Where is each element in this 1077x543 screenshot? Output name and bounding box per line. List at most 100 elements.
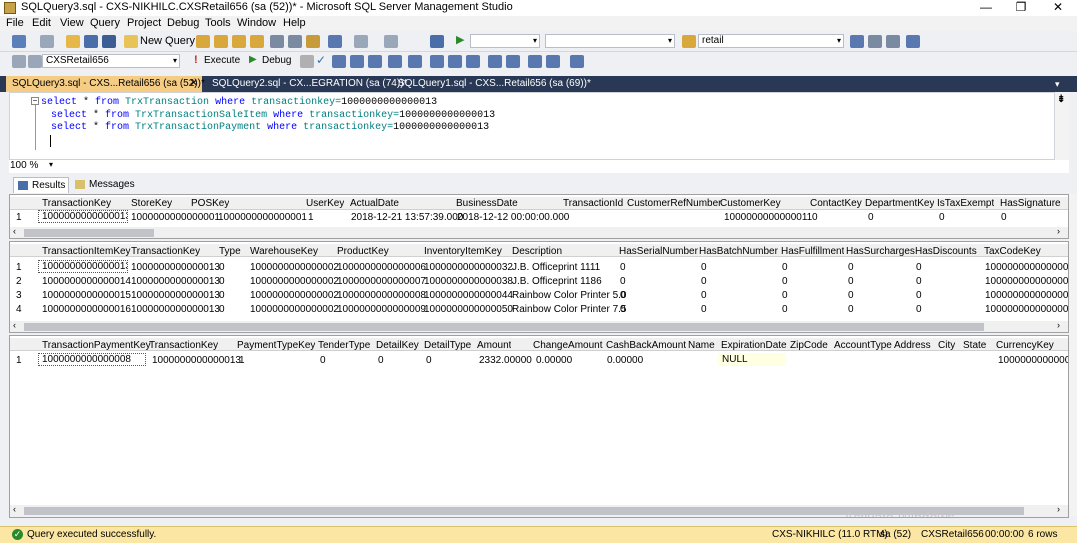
grid-cell[interactable]: 1000000000000015 bbox=[42, 290, 131, 301]
cancel-query-icon[interactable] bbox=[300, 55, 314, 68]
maximize-button[interactable]: ❐ bbox=[1003, 0, 1039, 16]
column-header[interactable]: Name bbox=[688, 340, 715, 351]
grid-cell[interactable]: 1000000000000013 bbox=[131, 276, 220, 287]
grid-cell[interactable]: 0 bbox=[848, 304, 854, 315]
scroll-left-icon[interactable]: ‹ bbox=[13, 320, 16, 330]
execute-button[interactable]: Execute bbox=[204, 55, 240, 66]
grid-cell-selected[interactable]: 1000000000000013 bbox=[38, 260, 128, 273]
tab-sqlquery2[interactable]: SQLQuery2.sql - CX...EGRATION (sa (74))* bbox=[206, 76, 407, 92]
split-icon[interactable]: ⇟ bbox=[1057, 94, 1065, 105]
grid-cell[interactable]: 0 bbox=[848, 262, 854, 273]
new-query-button[interactable]: New Query bbox=[140, 35, 195, 47]
grid-cell[interactable]: 0 bbox=[620, 262, 626, 273]
column-header[interactable]: ZipCode bbox=[790, 340, 828, 351]
grid-cell[interactable]: 0 bbox=[620, 304, 626, 315]
menu-query[interactable]: Query bbox=[90, 17, 120, 29]
scroll-right-icon[interactable]: › bbox=[1057, 226, 1060, 236]
column-header[interactable]: UserKey bbox=[306, 198, 344, 209]
grid-cell[interactable]: 0 bbox=[812, 212, 818, 223]
column-header[interactable]: DepartmentKey bbox=[865, 198, 934, 209]
column-header[interactable]: HasSurcharges bbox=[846, 246, 915, 257]
grid-cell[interactable]: 1000000000000011 bbox=[724, 212, 812, 223]
undo-icon[interactable] bbox=[328, 35, 342, 48]
grid-cell[interactable]: 0 bbox=[701, 276, 707, 287]
cut-icon[interactable] bbox=[270, 35, 284, 48]
close-window-button[interactable]: ✕ bbox=[1040, 0, 1076, 16]
activity-monitor-icon[interactable] bbox=[430, 35, 444, 48]
grid-cell[interactable]: Rainbow Color Printer 5.0 bbox=[512, 290, 627, 301]
column-header[interactable]: ProductKey bbox=[337, 246, 389, 257]
tab-sqlquery3[interactable]: SQLQuery3.sql - CXS...Retail656 (sa (52)… bbox=[6, 76, 205, 92]
uncomment-icon[interactable] bbox=[506, 55, 520, 68]
column-header[interactable]: PaymentTypeKey bbox=[237, 340, 315, 351]
tab-results[interactable]: Results bbox=[13, 177, 69, 193]
grid-cell[interactable]: 1000000000000009 bbox=[985, 262, 1068, 273]
tab-sqlquery1[interactable]: SQLQuery1.sql - CXS...Retail656 (sa (69)… bbox=[392, 76, 591, 92]
menu-debug[interactable]: Debug bbox=[167, 17, 199, 29]
grid-cell[interactable]: 1000000000000013 bbox=[131, 262, 220, 273]
window-icon[interactable] bbox=[906, 35, 920, 48]
column-header[interactable]: IsTaxExempt bbox=[937, 198, 994, 209]
parse-icon[interactable]: ✓ bbox=[316, 53, 326, 67]
menu-file[interactable]: File bbox=[6, 17, 24, 29]
display-plan-icon[interactable] bbox=[332, 55, 346, 68]
row-number[interactable]: 1 bbox=[10, 212, 38, 223]
grid-cell[interactable]: 0 bbox=[782, 276, 788, 287]
database-combo[interactable]: CXSRetail656 ▾ bbox=[42, 54, 180, 68]
grid-cell[interactable]: 0 bbox=[620, 276, 626, 287]
new-query-icon[interactable] bbox=[124, 35, 138, 48]
column-header[interactable]: HasBatchNumber bbox=[699, 246, 778, 257]
paste-icon[interactable] bbox=[306, 35, 320, 48]
zoom-dropdown-icon[interactable]: ▾ bbox=[49, 160, 53, 169]
scroll-thumb[interactable] bbox=[24, 229, 154, 237]
column-header[interactable]: TransactionPaymentKey bbox=[42, 340, 151, 351]
save-all-icon[interactable] bbox=[102, 35, 116, 48]
grid-cell[interactable]: 0 bbox=[868, 212, 874, 223]
add-item-icon[interactable] bbox=[40, 35, 54, 48]
grid-cell[interactable]: 2018-12-12 00:00:00.000 bbox=[457, 212, 569, 223]
query-options-icon[interactable] bbox=[368, 55, 382, 68]
grid-cell[interactable]: 0 bbox=[916, 290, 922, 301]
column-header[interactable]: TenderType bbox=[318, 340, 370, 351]
grid-cell[interactable]: 0 bbox=[782, 304, 788, 315]
row-number[interactable]: 2 bbox=[10, 276, 38, 287]
grid-cell[interactable]: 1000000000000007 bbox=[337, 276, 426, 287]
column-header[interactable]: DetailType bbox=[424, 340, 471, 351]
column-header[interactable]: InventoryItemKey bbox=[424, 246, 502, 257]
grid-cell[interactable]: 1000000000000013 bbox=[152, 355, 241, 366]
results-grid-transaction[interactable]: TransactionKey StoreKey POSKey UserKey A… bbox=[9, 194, 1069, 239]
find-combo[interactable]: retail ▾ bbox=[698, 34, 844, 48]
connect-icon[interactable] bbox=[12, 55, 26, 68]
column-header[interactable]: POSKey bbox=[191, 198, 229, 209]
grid-cell[interactable]: 1000000000000008 bbox=[337, 290, 426, 301]
grid-cell-selected[interactable]: 1000000000000013 bbox=[38, 210, 128, 223]
grid-cell[interactable]: 0 bbox=[1001, 212, 1007, 223]
grid-cell[interactable]: 1000000000000006 bbox=[337, 262, 426, 273]
grid-cell[interactable]: 100000000000000 bbox=[998, 355, 1068, 366]
editor-vertical-scrollbar[interactable]: ⇟ bbox=[1055, 92, 1069, 160]
grid-cell[interactable]: 0 bbox=[916, 276, 922, 287]
column-header[interactable]: WarehouseKey bbox=[250, 246, 318, 257]
grid-cell[interactable]: Rainbow Color Printer 7.5 bbox=[512, 304, 627, 315]
save-icon[interactable] bbox=[84, 35, 98, 48]
scroll-thumb[interactable] bbox=[24, 323, 984, 331]
analysis-query-icon[interactable] bbox=[214, 35, 228, 48]
grid-cell[interactable]: 1000000000000014 bbox=[42, 276, 131, 287]
scroll-left-icon[interactable]: ‹ bbox=[13, 226, 16, 236]
start-debug-icon[interactable]: ▶ bbox=[456, 33, 464, 46]
grid-cell[interactable]: 1000000000000009 bbox=[985, 276, 1068, 287]
debug-button[interactable]: Debug bbox=[262, 55, 291, 66]
grid-cell[interactable]: J.B. Officeprint 1111 bbox=[512, 262, 600, 273]
navigate-icon[interactable] bbox=[384, 35, 398, 48]
row-number[interactable]: 3 bbox=[10, 290, 38, 301]
grid-horizontal-scrollbar[interactable]: ‹ › bbox=[10, 320, 1068, 332]
column-header[interactable]: TransactionItemKey bbox=[42, 246, 131, 257]
new-project-icon[interactable] bbox=[12, 35, 26, 48]
menu-tools[interactable]: Tools bbox=[205, 17, 231, 29]
increase-indent-icon[interactable] bbox=[546, 55, 560, 68]
grid-cell[interactable]: 0 bbox=[219, 276, 225, 287]
open-file-icon[interactable] bbox=[66, 35, 80, 48]
grid-cell[interactable]: 1000000000000013 bbox=[131, 290, 220, 301]
menu-help[interactable]: Help bbox=[283, 17, 306, 29]
column-header[interactable]: CashBackAmount bbox=[606, 340, 686, 351]
